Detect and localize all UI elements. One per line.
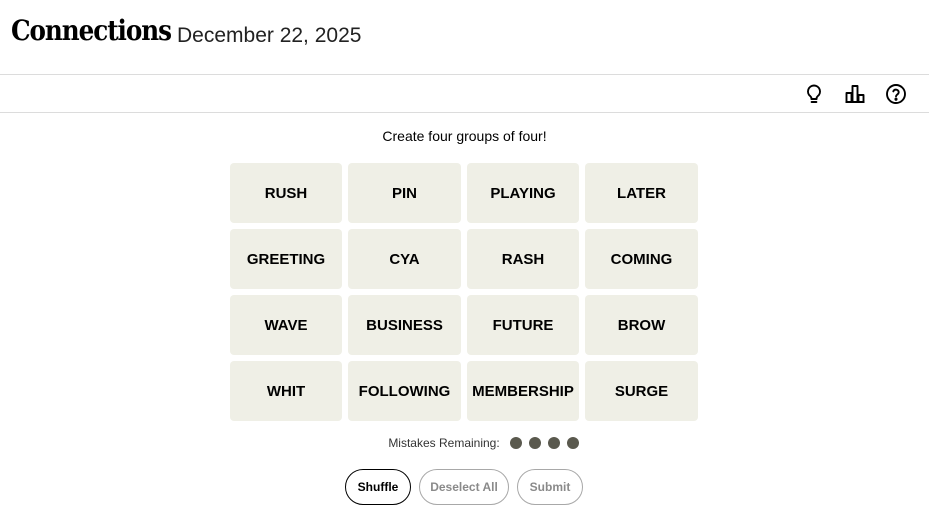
word-tile[interactable]: FOLLOWING <box>348 361 461 421</box>
mistakes-remaining: Mistakes Remaining: <box>0 436 929 450</box>
word-tile[interactable]: CYA <box>348 229 461 289</box>
mistake-dot <box>528 437 541 449</box>
instructions: Create four groups of four! <box>382 128 547 144</box>
word-grid: RUSH PIN PLAYING LATER GREETING CYA RASH… <box>230 163 698 421</box>
puzzle-date: December 22, 2025 <box>177 24 362 47</box>
word-tile[interactable]: SURGE <box>585 361 698 421</box>
word-tile[interactable]: GREETING <box>230 229 342 289</box>
help-icon[interactable] <box>885 83 907 105</box>
word-tile[interactable]: FUTURE <box>467 295 579 355</box>
word-tile[interactable]: PLAYING <box>467 163 579 223</box>
mistakes-label: Mistakes Remaining: <box>388 436 500 450</box>
word-tile[interactable]: WAVE <box>230 295 342 355</box>
header: Connections December 22, 2025 <box>0 0 929 75</box>
word-tile[interactable]: COMING <box>585 229 698 289</box>
lightbulb-icon[interactable] <box>803 83 825 105</box>
mistake-dot <box>566 437 579 449</box>
submit-button[interactable]: Submit <box>517 469 583 505</box>
word-tile[interactable]: LATER <box>585 163 698 223</box>
word-tile[interactable]: PIN <box>348 163 461 223</box>
deselect-all-button[interactable]: Deselect All <box>419 469 509 505</box>
word-tile[interactable]: BUSINESS <box>348 295 461 355</box>
word-tile[interactable]: MEMBERSHIP <box>467 361 579 421</box>
shuffle-button[interactable]: Shuffle <box>345 469 411 505</box>
action-buttons: Shuffle Deselect All Submit <box>345 469 583 505</box>
mistake-dots <box>509 437 579 449</box>
app-title: Connections <box>11 14 172 47</box>
word-tile[interactable]: RASH <box>467 229 579 289</box>
bar-chart-icon[interactable] <box>844 83 866 105</box>
toolbar <box>0 75 929 113</box>
word-tile[interactable]: WHIT <box>230 361 342 421</box>
mistake-dot <box>509 437 522 449</box>
word-tile[interactable]: BROW <box>585 295 698 355</box>
mistake-dot <box>547 437 560 449</box>
word-tile[interactable]: RUSH <box>230 163 342 223</box>
